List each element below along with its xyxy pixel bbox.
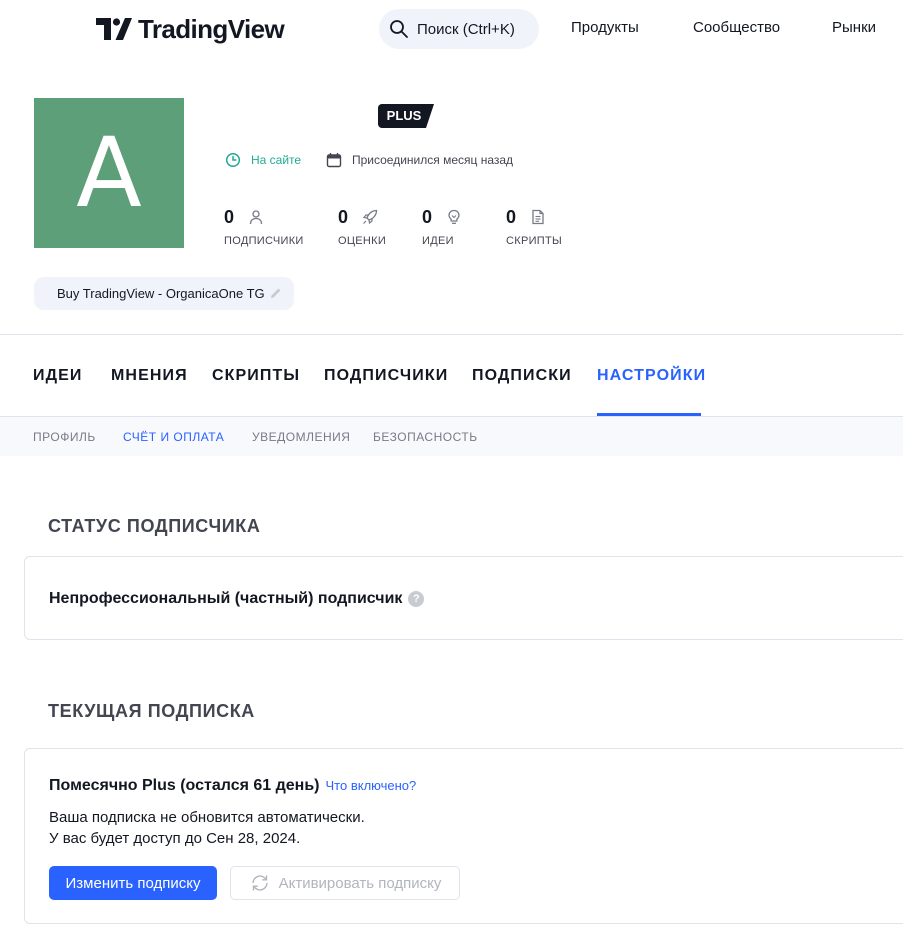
nav-community[interactable]: Сообщество — [693, 19, 780, 36]
access-until: У вас будет доступ до Сен 28, 2024. — [49, 830, 301, 847]
nav-products[interactable]: Продукты — [571, 19, 639, 36]
nav-markets[interactable]: Рынки — [832, 19, 876, 36]
clock-icon — [225, 152, 241, 168]
subscriber-status-text: Непрофессиональный (частный) подписчик — [49, 590, 403, 607]
plan-title-row: Помесячно Plus (остался 61 день) Что вкл… — [49, 777, 416, 795]
tab-following[interactable]: ПОДПИСКИ — [472, 367, 572, 385]
tab-scripts[interactable]: СКРИПТЫ — [212, 367, 300, 385]
profile-tabs: ИДЕИ МНЕНИЯ СКРИПТЫ ПОДПИСЧИКИ ПОДПИСКИ … — [0, 334, 903, 416]
joined-date: Присоединился месяц назад — [326, 152, 513, 168]
subtab-profile[interactable]: ПРОФИЛЬ — [33, 430, 96, 444]
joined-text: Присоединился месяц назад — [352, 153, 514, 167]
online-status: На сайте — [225, 152, 301, 168]
tab-ideas[interactable]: ИДЕИ — [33, 367, 82, 385]
stat-label: ПОДПИСЧИКИ — [224, 235, 304, 247]
subscriber-status-card: Непрофессиональный (частный) подписчик ? — [24, 556, 903, 640]
change-subscription-button[interactable]: Изменить подписку — [49, 866, 217, 900]
pencil-icon[interactable] — [269, 286, 283, 300]
avatar: A — [34, 98, 184, 248]
tab-opinions[interactable]: МНЕНИЯ — [111, 367, 188, 385]
subtab-billing[interactable]: СЧЁТ И ОПЛАТА — [123, 430, 224, 444]
rocket-icon — [362, 209, 378, 225]
help-icon[interactable]: ? — [408, 591, 425, 607]
stat-label: ОЦЕНКИ — [338, 235, 387, 247]
tab-followers[interactable]: ПОДПИСЧИКИ — [324, 367, 448, 385]
activate-subscription-label: Активировать подписку — [278, 874, 442, 892]
activate-subscription-button[interactable]: Активировать подписку — [230, 866, 460, 900]
current-subscription-card: Помесячно Plus (остался 61 день) Что вкл… — [24, 748, 903, 924]
user-icon — [249, 210, 263, 225]
calendar-icon — [326, 153, 342, 168]
subscriber-status-title: СТАТУС ПОДПИСЧИКА — [48, 516, 261, 536]
stat-scripts[interactable]: 0 СКРИПТЫ — [506, 206, 563, 248]
bio-text: Buy TradingView - OrganicaOne TG — [57, 286, 265, 301]
search-icon — [390, 20, 408, 38]
logo-text: TradingView — [138, 13, 285, 44]
stat-ideas[interactable]: 0 ИДЕИ — [422, 206, 462, 247]
tab-settings[interactable]: НАСТРОЙКИ — [597, 367, 706, 385]
search-label: Поиск (Ctrl+K) — [417, 20, 515, 38]
search-button[interactable]: Поиск (Ctrl+K) — [379, 9, 539, 49]
plan-badge: PLUS — [378, 104, 434, 128]
subtab-security[interactable]: БЕЗОПАСНОСТЬ — [373, 430, 478, 444]
stat-count: 0 — [506, 206, 517, 227]
refresh-icon — [251, 875, 268, 891]
top-header: TradingView Поиск (Ctrl+K) Продукты Сооб… — [0, 0, 903, 58]
subscriber-status-value: Непрофессиональный (частный) подписчик ? — [49, 590, 425, 608]
stat-count: 0 — [224, 206, 235, 227]
current-subscription-title: ТЕКУЩАЯ ПОДПИСКА — [48, 701, 255, 721]
script-icon — [532, 209, 544, 225]
subtab-notifications[interactable]: УВЕДОМЛЕНИЯ — [252, 430, 350, 444]
plan-badge-label: PLUS — [386, 108, 422, 123]
settings-subtabs: ПРОФИЛЬ СЧЁТ И ОПЛАТА УВЕДОМЛЕНИЯ БЕЗОПА… — [0, 416, 903, 456]
stat-label: СКРИПТЫ — [506, 235, 563, 247]
tradingview-logo[interactable]: TradingView — [96, 13, 285, 44]
plan-name: Помесячно Plus (остался 61 день) — [49, 777, 320, 794]
bio-chip[interactable]: Buy TradingView - OrganicaOne TG — [34, 277, 294, 310]
stat-count: 0 — [338, 206, 349, 227]
tradingview-logo-icon — [96, 18, 132, 40]
lightbulb-icon — [448, 209, 460, 224]
stat-boosts[interactable]: 0 ОЦЕНКИ — [338, 206, 387, 248]
stat-label: ИДЕИ — [422, 235, 454, 247]
stat-followers[interactable]: 0 ПОДПИСЧИКИ — [224, 206, 304, 248]
renewal-notice: Ваша подписка не обновится автоматически… — [49, 809, 365, 826]
stat-count: 0 — [422, 206, 433, 227]
online-status-text: На сайте — [251, 153, 302, 167]
whats-included-link[interactable]: Что включено? — [326, 778, 417, 793]
